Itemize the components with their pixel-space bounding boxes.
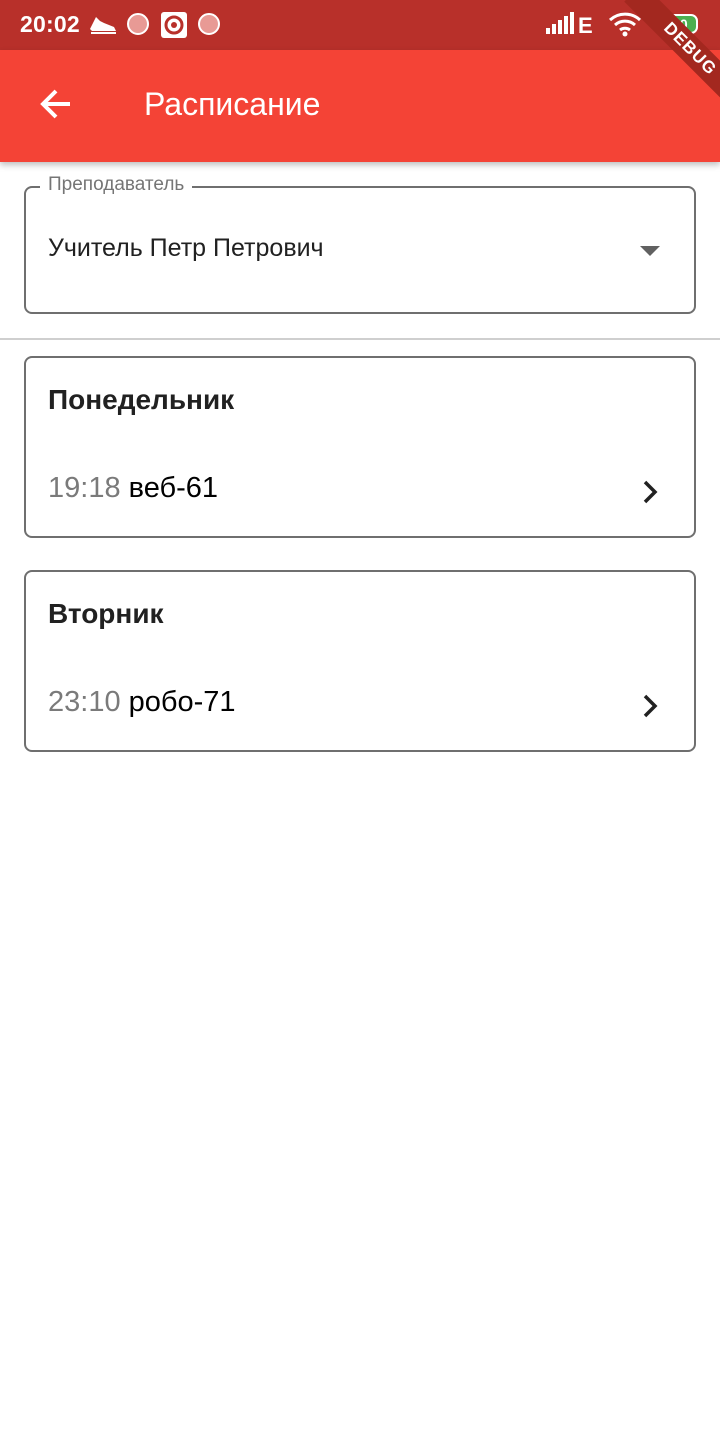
lesson-item[interactable]: 23:10 робо-71 xyxy=(26,672,694,736)
day-card-monday: Понедельник 19:18 веб-61 xyxy=(24,356,696,538)
status-bar: 20:02 E xyxy=(0,0,720,50)
back-button[interactable] xyxy=(28,78,84,134)
lesson-time: 19:18 xyxy=(48,472,121,504)
page-title: Расписание xyxy=(144,86,321,122)
dropdown-arrow-icon xyxy=(638,244,662,262)
chevron-right-icon xyxy=(638,692,662,725)
screen: 20:02 E Расписание DEBUG Преподаватель У… xyxy=(0,0,720,1440)
notification-dot-icon xyxy=(127,11,151,42)
lesson-time-wrap: 19:18 веб-61 xyxy=(48,472,218,505)
day-card-tuesday: Вторник 23:10 робо-71 xyxy=(24,570,696,752)
signal-icon xyxy=(544,12,576,41)
lesson-time-wrap: 23:10 робо-71 xyxy=(48,686,236,719)
lesson-group: робо-71 xyxy=(128,686,236,718)
network-type-label: E xyxy=(578,13,593,38)
sneaker-icon xyxy=(88,11,118,42)
day-title: Понедельник xyxy=(48,384,235,415)
notification-dot-icon-2 xyxy=(198,11,222,42)
teacher-dropdown[interactable]: Преподаватель Учитель Петр Петрович xyxy=(24,174,696,314)
chevron-right-icon xyxy=(638,478,662,511)
status-time: 20:02 xyxy=(20,11,80,37)
lesson-group: веб-61 xyxy=(128,472,219,504)
lesson-time: 23:10 xyxy=(48,686,121,718)
app-bar: Расписание xyxy=(0,50,720,162)
lesson-item[interactable]: 19:18 веб-61 xyxy=(26,458,694,522)
teacher-dropdown-label: Преподаватель xyxy=(40,174,193,196)
divider xyxy=(0,338,720,340)
teacher-dropdown-value: Учитель Петр Петрович xyxy=(48,234,324,262)
day-title: Вторник xyxy=(48,598,164,629)
record-icon xyxy=(160,11,188,44)
arrow-left-icon xyxy=(38,86,74,127)
